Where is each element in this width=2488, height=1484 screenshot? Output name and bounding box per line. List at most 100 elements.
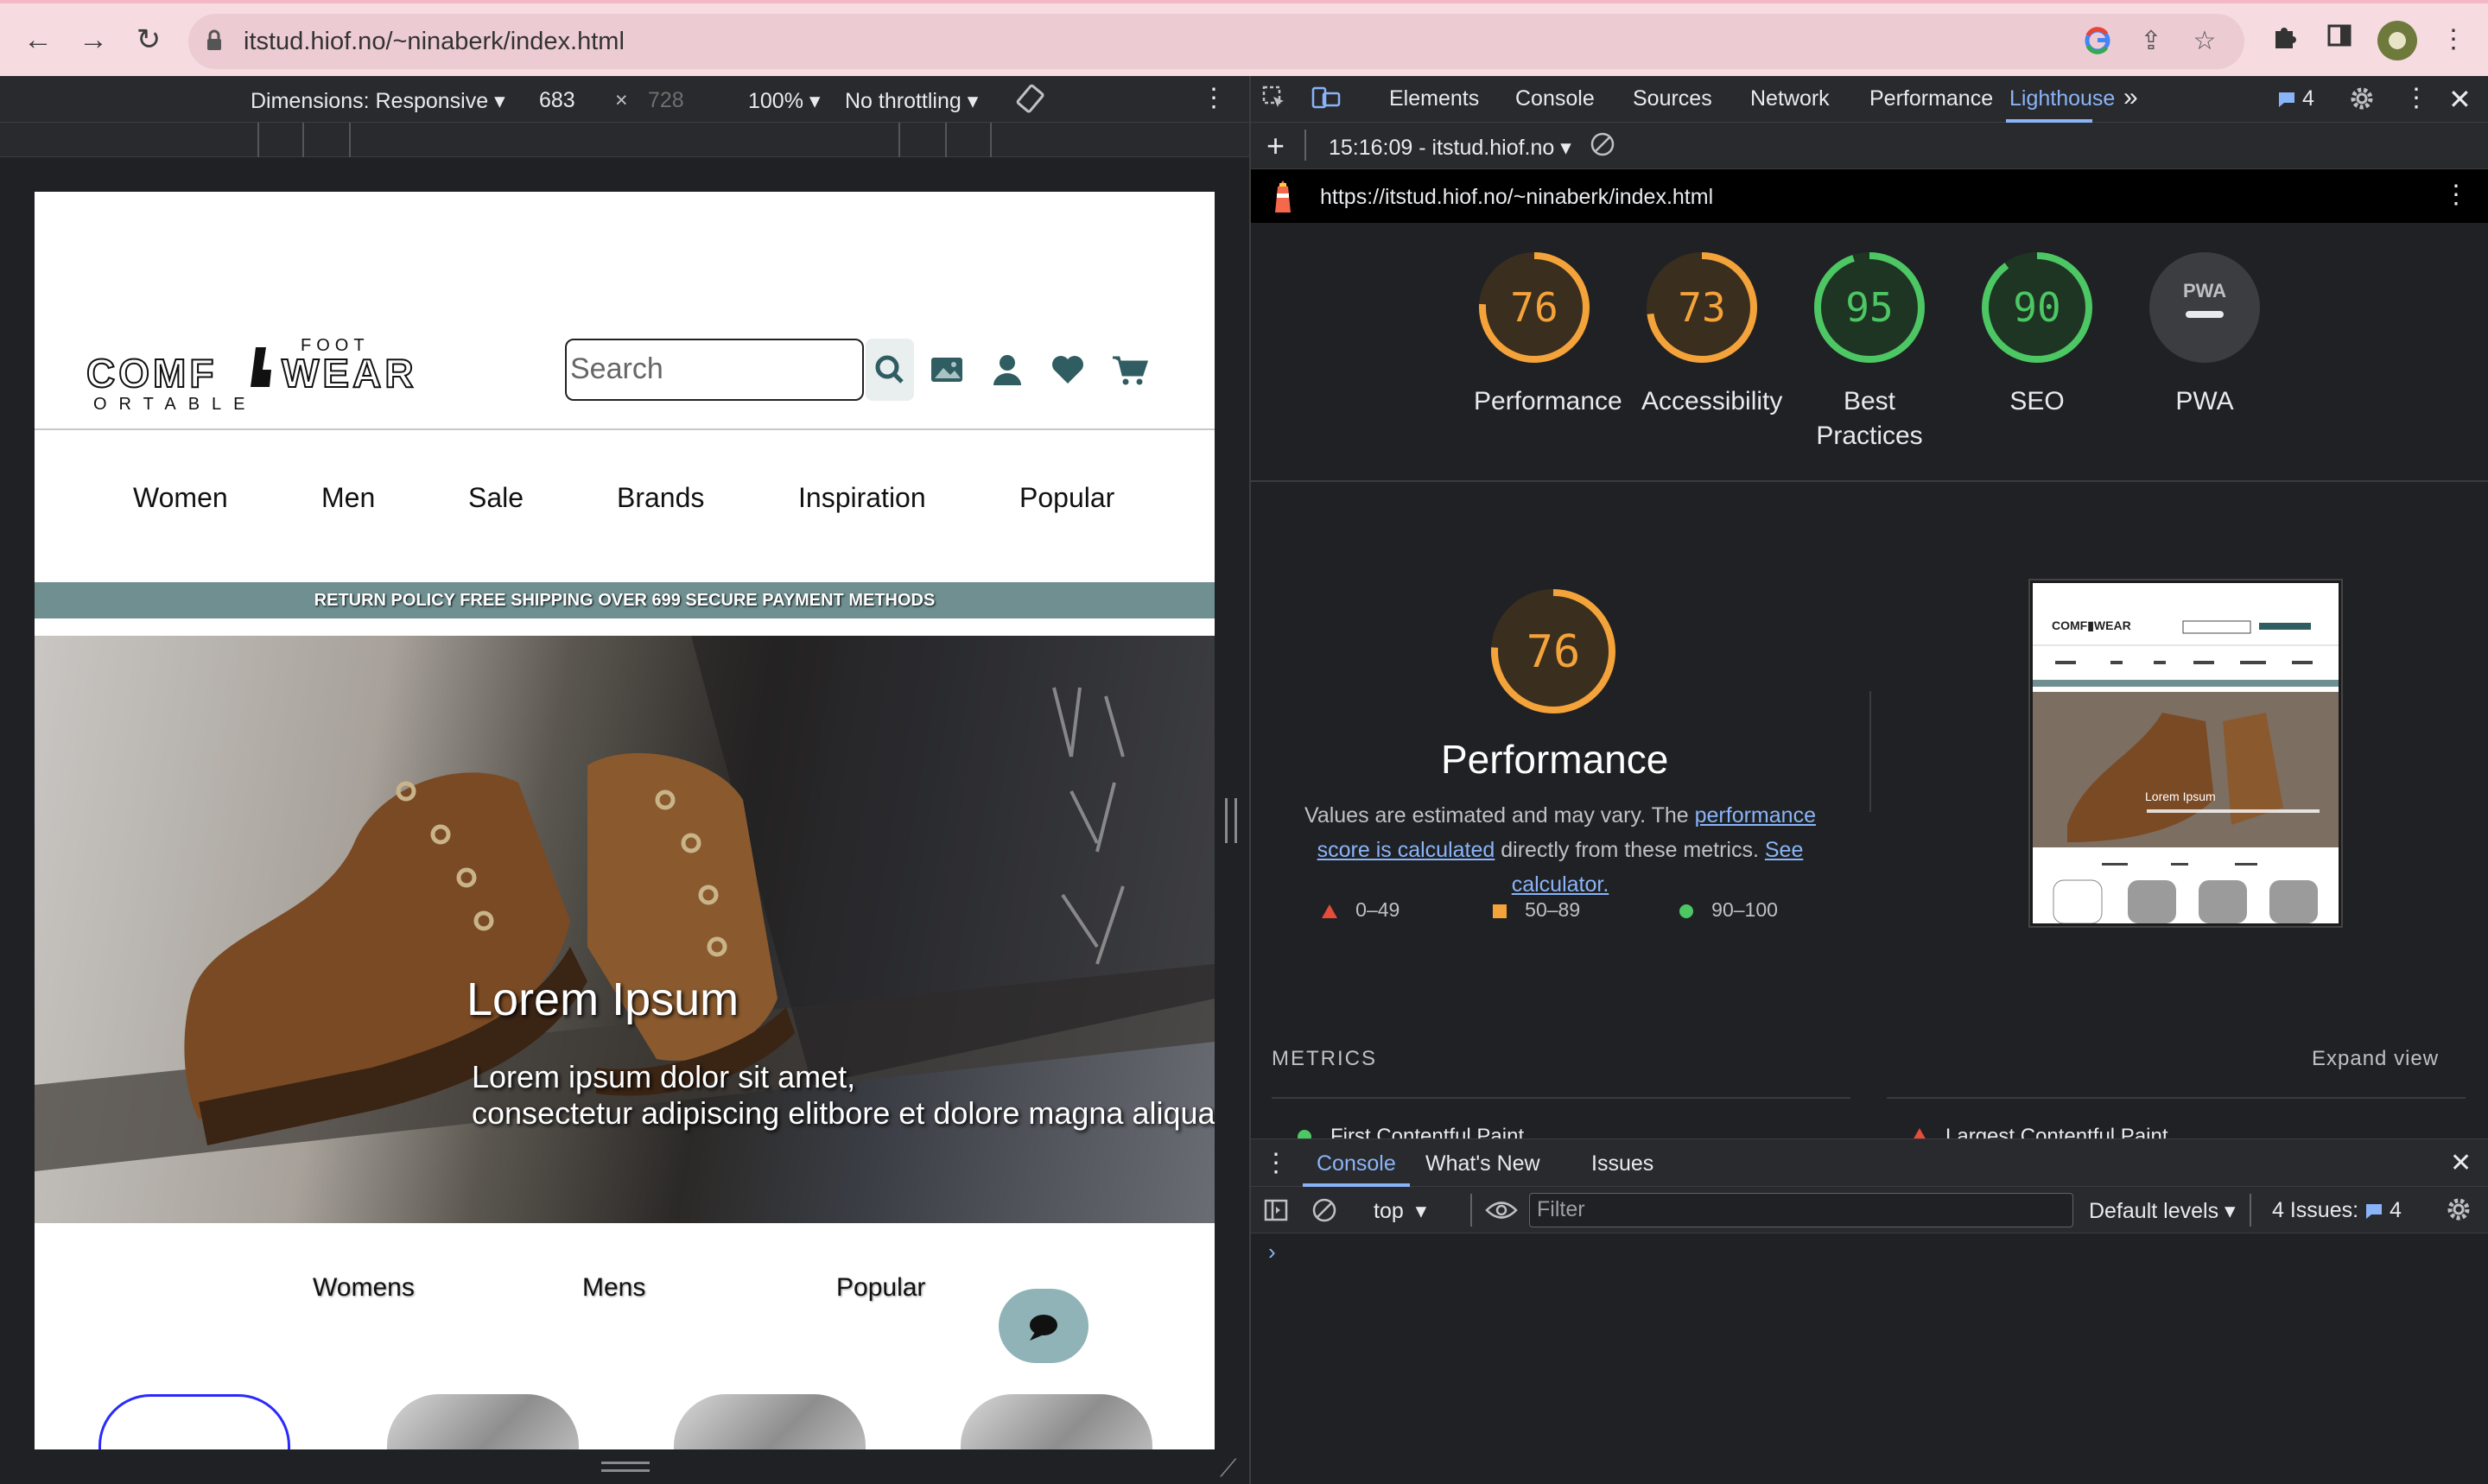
nav-men[interactable]: Men <box>321 482 375 514</box>
dimensions-dropdown[interactable]: Dimensions: Responsive ▾ <box>251 88 505 114</box>
width-input[interactable]: 683 <box>539 88 575 113</box>
product-thumb-4[interactable] <box>961 1394 1152 1449</box>
drawer-tab-whats-new[interactable]: What's New <box>1425 1151 1540 1176</box>
reload-icon[interactable]: ↻ <box>131 22 166 57</box>
tab-network[interactable]: Network <box>1750 86 1830 111</box>
site-search-input[interactable]: Search <box>565 339 864 401</box>
gauge-performance[interactable]: 76 Performance <box>1474 247 1622 419</box>
console-sidebar-icon[interactable] <box>1263 1197 1289 1229</box>
bookmark-star-icon[interactable]: ☆ <box>2189 26 2220 57</box>
live-expression-eye-icon[interactable] <box>1484 1195 1519 1231</box>
report-menu-icon[interactable]: ⋮ <box>2443 180 2469 210</box>
profile-avatar[interactable] <box>2377 21 2417 60</box>
image-search-icon[interactable] <box>928 351 966 389</box>
device-more-icon[interactable]: ⋮ <box>1201 83 1227 113</box>
category-popular[interactable]: Popular <box>836 1273 925 1303</box>
performance-note: Values are estimated and may vary. The p… <box>1304 803 1816 897</box>
settings-gear-icon[interactable] <box>2348 85 2376 118</box>
issues-badge[interactable]: 4 <box>2277 86 2314 111</box>
hero-boots-image <box>35 636 1215 1171</box>
category-womens[interactable]: Womens <box>313 1273 415 1303</box>
device-toggle-icon[interactable] <box>1311 85 1341 117</box>
gauge-label: Best Practices <box>1816 387 1923 450</box>
product-thumb-2[interactable] <box>387 1394 579 1449</box>
throttling-dropdown[interactable]: No throttling ▾ <box>845 88 978 114</box>
console-output[interactable] <box>1251 1233 2488 1484</box>
hero-subtitle-line-2: consectetur adipiscing elitbore et dolor… <box>472 1095 1215 1131</box>
console-filter-input[interactable]: Filter <box>1529 1193 2073 1227</box>
drawer-menu-icon[interactable]: ⋮ <box>1263 1148 1289 1178</box>
product-thumb-3[interactable] <box>674 1394 866 1449</box>
search-icon <box>875 355 904 384</box>
nav-sale[interactable]: Sale <box>468 482 524 514</box>
lighthouse-url-bar: https://itstud.hiof.no/~ninaberk/index.h… <box>1251 169 2488 223</box>
media-query-ruler <box>0 123 1249 157</box>
nav-brands[interactable]: Brands <box>617 482 704 514</box>
wishlist-heart-icon[interactable] <box>1049 351 1087 389</box>
address-bar[interactable]: itstud.hiof.no/~ninaberk/index.html ⇪ ☆ <box>188 14 2244 69</box>
gauge-seo[interactable]: 90 SEO <box>1977 247 2098 419</box>
lock-icon[interactable] <box>206 29 223 52</box>
gauge-label: Accessibility <box>1641 387 1783 415</box>
log-levels-dropdown[interactable]: Default levels ▾ <box>2089 1198 2236 1224</box>
chrome-menu-icon[interactable]: ⋮ <box>2436 22 2471 57</box>
new-report-plus-icon[interactable]: + <box>1266 128 1285 164</box>
chat-button[interactable] <box>999 1289 1088 1363</box>
site-logo[interactable]: FOOT COMF WEAR ORTABLE <box>86 330 449 416</box>
forward-arrow-icon[interactable]: → <box>76 22 111 57</box>
user-account-icon[interactable] <box>988 351 1026 389</box>
gauge-best-practices[interactable]: 95 Best Practices <box>1809 247 1930 453</box>
clear-reports-icon[interactable] <box>1590 131 1615 163</box>
rotate-icon[interactable] <box>1016 83 1047 120</box>
resize-handle-right[interactable] <box>1225 798 1237 843</box>
share-icon[interactable]: ⇪ <box>2136 26 2167 57</box>
search-button[interactable] <box>866 339 914 401</box>
zoom-dropdown[interactable]: 100% ▾ <box>748 88 820 114</box>
svg-text:COMF▮WEAR: COMF▮WEAR <box>2052 618 2131 632</box>
inspect-element-icon[interactable] <box>1261 85 1287 117</box>
url-text[interactable]: itstud.hiof.no/~ninaberk/index.html <box>244 28 625 56</box>
context-selector[interactable]: top ▾ <box>1374 1198 1426 1224</box>
resize-handle-bottom[interactable] <box>601 1462 650 1472</box>
side-panel-icon[interactable] <box>2322 22 2357 57</box>
hero-banner: Lorem Ipsum Lorem ipsum dolor sit amet, … <box>35 636 1215 1223</box>
nav-women[interactable]: Women <box>133 482 228 514</box>
clear-console-icon[interactable] <box>1311 1197 1337 1229</box>
extensions-puzzle-icon[interactable] <box>2267 22 2301 57</box>
devtools-menu-icon[interactable]: ⋮ <box>2403 83 2429 113</box>
metric-first-contentful-paint: First Contentful Paint <box>1296 1125 1524 1138</box>
devtools-close-icon[interactable]: ✕ <box>2448 83 2472 116</box>
back-arrow-icon[interactable]: ← <box>21 22 55 57</box>
height-input[interactable]: 728 <box>648 88 684 113</box>
nav-inspiration[interactable]: Inspiration <box>798 482 926 514</box>
category-mens[interactable]: Mens <box>582 1273 645 1303</box>
pwa-badge-text: PWA <box>2183 280 2226 301</box>
resize-handle-corner[interactable]: ⟋ <box>1220 1455 1237 1483</box>
google-icon[interactable] <box>2082 26 2113 57</box>
report-selector[interactable]: 15:16:09 - itstud.hiof.no ▾ <box>1329 135 1571 161</box>
performance-big-gauge: 76 <box>1491 589 1615 713</box>
drawer-close-icon[interactable]: ✕ <box>2450 1148 2472 1178</box>
console-issues-counter[interactable]: 4 Issues: 4 <box>2272 1198 2402 1223</box>
metrics-label: METRICS <box>1272 1047 1377 1070</box>
final-screenshot-thumbnail[interactable]: COMF▮WEAR Lorem Ipsum <box>2030 580 2341 926</box>
tab-console[interactable]: Console <box>1515 86 1595 111</box>
tab-lighthouse[interactable]: Lighthouse <box>2009 86 2115 111</box>
expand-view-button[interactable]: Expand view <box>2312 1047 2439 1071</box>
gauge-score: 90 <box>2013 284 2060 331</box>
gauge-pwa[interactable]: PWA PWA <box>2144 247 2265 419</box>
nav-popular[interactable]: Popular <box>1019 482 1114 514</box>
drawer-tab-console[interactable]: Console <box>1317 1151 1396 1176</box>
tab-sources[interactable]: Sources <box>1633 86 1712 111</box>
console-settings-gear-icon[interactable] <box>2445 1195 2472 1229</box>
svg-text:WEAR: WEAR <box>282 351 417 396</box>
product-thumb-1[interactable] <box>98 1394 290 1449</box>
tab-performance[interactable]: Performance <box>1869 86 1993 111</box>
console-prompt-chevron-icon[interactable]: › <box>1268 1239 1276 1265</box>
shopping-cart-icon[interactable] <box>1111 351 1149 389</box>
lighthouse-report-url[interactable]: https://itstud.hiof.no/~ninaberk/index.h… <box>1320 185 1713 210</box>
gauge-accessibility[interactable]: 73 Accessibility <box>1641 247 1783 419</box>
more-tabs-chevron-icon[interactable]: » <box>2123 83 2138 112</box>
drawer-tab-issues[interactable]: Issues <box>1591 1151 1653 1176</box>
tab-elements[interactable]: Elements <box>1389 86 1479 111</box>
